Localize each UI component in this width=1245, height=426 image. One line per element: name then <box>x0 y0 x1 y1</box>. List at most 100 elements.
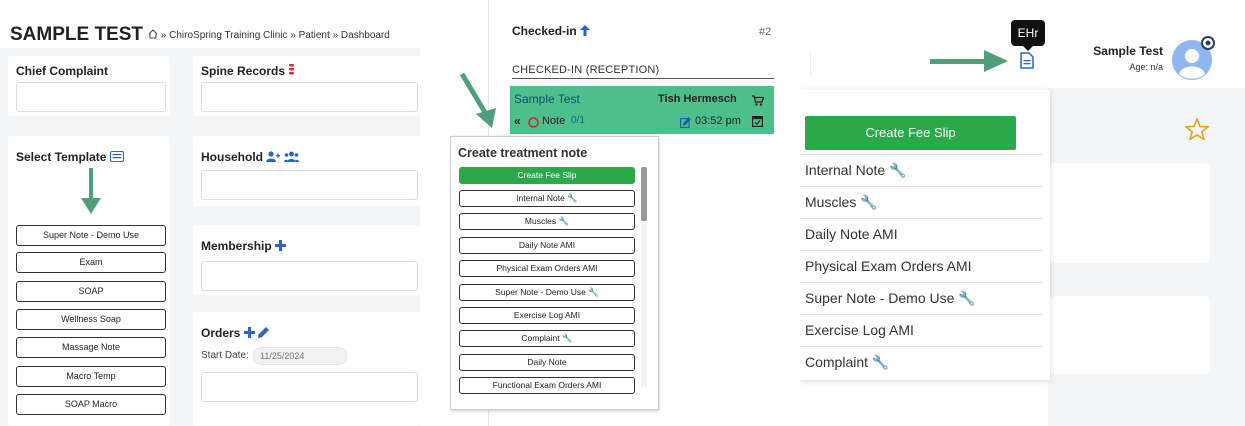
menu-divider <box>800 282 1042 283</box>
orders-box[interactable] <box>201 372 418 402</box>
breadcrumb-separator: » <box>290 30 296 42</box>
breadcrumb-separator: » <box>160 30 167 42</box>
template-button[interactable]: SOAP <box>16 281 166 302</box>
start-date-input[interactable] <box>253 347 347 365</box>
spine-records-label: Spine Records <box>201 64 286 78</box>
provider-name: Tish Hermesch <box>658 93 737 105</box>
breadcrumb-clinic[interactable]: ChiroSpring Training Clinic <box>169 30 287 41</box>
template-button[interactable]: Wellness Soap <box>16 309 166 330</box>
menu-item-label: Super Note - Demo Use <box>805 290 955 306</box>
diagonal-arrow-indicator <box>458 70 498 135</box>
template-button[interactable]: Massage Note <box>16 337 166 358</box>
calendar-icon[interactable] <box>752 114 764 132</box>
list-icon[interactable] <box>109 150 124 165</box>
scrollbar-thumb[interactable] <box>641 167 647 221</box>
edit-icon[interactable] <box>680 115 691 133</box>
dashboard-header: SAMPLE TEST » ChiroSpring Training Clini… <box>0 0 420 48</box>
menu-divider <box>800 250 1042 251</box>
household-title: Household <box>201 150 299 165</box>
spine-icon[interactable] <box>288 64 295 79</box>
plus-icon[interactable] <box>243 326 255 341</box>
reception-section: CHECKED-IN (RECEPTION) <box>512 64 660 76</box>
note-option-button[interactable]: Daily Note <box>459 354 635 371</box>
menu-title: Create treatment note <box>458 146 588 160</box>
breadcrumb: » ChiroSpring Training Clinic » Patient … <box>148 29 390 42</box>
content-card <box>1050 296 1210 374</box>
menu-item[interactable]: Super Note - Demo Use 🔧 <box>805 290 1020 307</box>
home-icon[interactable] <box>148 29 158 42</box>
double-chevron-left-icon[interactable]: « <box>514 114 521 128</box>
wrench-icon: 🔧 <box>958 290 976 306</box>
household-card: Household <box>193 136 420 206</box>
template-button[interactable]: SOAP Macro <box>16 394 166 415</box>
wrench-icon: 🔧 <box>860 194 878 210</box>
note-option-button[interactable]: Internal Note 🔧 <box>459 190 635 207</box>
membership-title: Membership <box>201 239 287 254</box>
pencil-icon[interactable] <box>258 326 270 341</box>
template-button[interactable]: Macro Temp <box>16 366 166 387</box>
note-option-button[interactable]: Complaint 🔧 <box>459 330 635 347</box>
create-fee-slip-button[interactable]: Create Fee Slip <box>805 116 1016 150</box>
membership-card: Membership <box>193 225 420 295</box>
note-label[interactable]: Note <box>542 115 565 127</box>
app-title: SAMPLE TEST <box>10 24 144 45</box>
wrench-icon: 🔧 <box>588 287 599 297</box>
membership-box[interactable] <box>201 261 418 291</box>
menu-item-label: Internal Note <box>805 162 886 178</box>
orders-label: Orders <box>201 326 241 340</box>
start-date-label: Start Date: <box>201 350 249 361</box>
menu-item[interactable]: Exercise Log AMI <box>805 322 1020 338</box>
patient-name[interactable]: Sample Test <box>514 92 580 106</box>
wrench-icon: 🔧 <box>889 162 907 178</box>
add-user-icon[interactable] <box>266 151 281 165</box>
checkin-time: 03:52 pm <box>695 115 741 127</box>
breadcrumb-patient[interactable]: Patient <box>299 30 330 41</box>
arrow-up-icon[interactable] <box>580 24 591 39</box>
note-option-label: Muscles <box>524 216 557 226</box>
note-option-label: Internal Note <box>516 193 565 203</box>
template-button[interactable]: Exam <box>16 252 166 273</box>
spine-records-title: Spine Records <box>201 64 295 79</box>
breadcrumb-dashboard: Dashboard <box>340 30 390 42</box>
status-circle-icon[interactable] <box>528 115 539 133</box>
tooltip-caret <box>1023 46 1033 51</box>
menu-divider <box>800 346 1042 347</box>
down-arrow-indicator <box>81 168 101 221</box>
create-treatment-note-menu: Create treatment note Create Fee Slip In… <box>450 136 659 410</box>
patient-name-header: Sample Test <box>1093 44 1163 58</box>
create-fee-slip-button[interactable]: Create Fee Slip <box>459 167 635 184</box>
select-template-title: Select Template <box>16 150 124 165</box>
star-icon[interactable] <box>1183 116 1211 145</box>
document-icon[interactable] <box>1020 52 1034 74</box>
note-option-label: Super Note - Demo Use <box>495 287 586 297</box>
household-box[interactable] <box>201 170 418 200</box>
right-arrow-indicator <box>930 48 1010 79</box>
patient-card[interactable]: Sample Test Tish Hermesch « Note 0/1 03:… <box>510 86 774 134</box>
dashboard-panel: SAMPLE TEST » ChiroSpring Training Clini… <box>0 0 420 426</box>
menu-divider <box>800 314 1042 315</box>
ehr-panel: EHr Sample Test Age: n/a Create Fee Slip… <box>800 0 1245 426</box>
menu-item[interactable]: Daily Note AMI <box>805 226 1020 242</box>
users-icon[interactable] <box>283 151 299 165</box>
spine-records-box[interactable] <box>201 82 418 112</box>
breadcrumb-separator: » <box>332 30 339 42</box>
menu-item[interactable]: Muscles 🔧 <box>805 194 1020 211</box>
note-option-button[interactable]: Muscles 🔧 <box>459 213 635 230</box>
note-option-button[interactable]: Daily Note AMI <box>459 237 635 254</box>
spine-records-card: Spine Records <box>193 56 420 116</box>
note-option-button[interactable]: Super Note - Demo Use 🔧 <box>459 284 635 301</box>
household-label: Household <box>201 150 263 164</box>
note-option-button[interactable]: Physical Exam Orders AMI <box>459 260 635 277</box>
ehr-tooltip: EHr <box>1011 20 1045 46</box>
chief-complaint-box[interactable] <box>16 82 166 112</box>
avatar[interactable] <box>1170 36 1216 87</box>
menu-item[interactable]: Physical Exam Orders AMI <box>805 258 1020 274</box>
plus-icon[interactable] <box>275 239 287 254</box>
cart-icon[interactable] <box>752 93 765 111</box>
template-button[interactable]: Super Note - Demo Use <box>16 225 166 246</box>
note-option-button[interactable]: Functional Exam Orders AMI <box>459 377 635 394</box>
menu-item[interactable]: Internal Note 🔧 <box>805 162 1020 179</box>
menu-item[interactable]: Complaint 🔧 <box>805 354 1020 371</box>
note-option-label: Complaint <box>521 333 560 343</box>
note-option-button[interactable]: Exercise Log AMI <box>459 307 635 324</box>
